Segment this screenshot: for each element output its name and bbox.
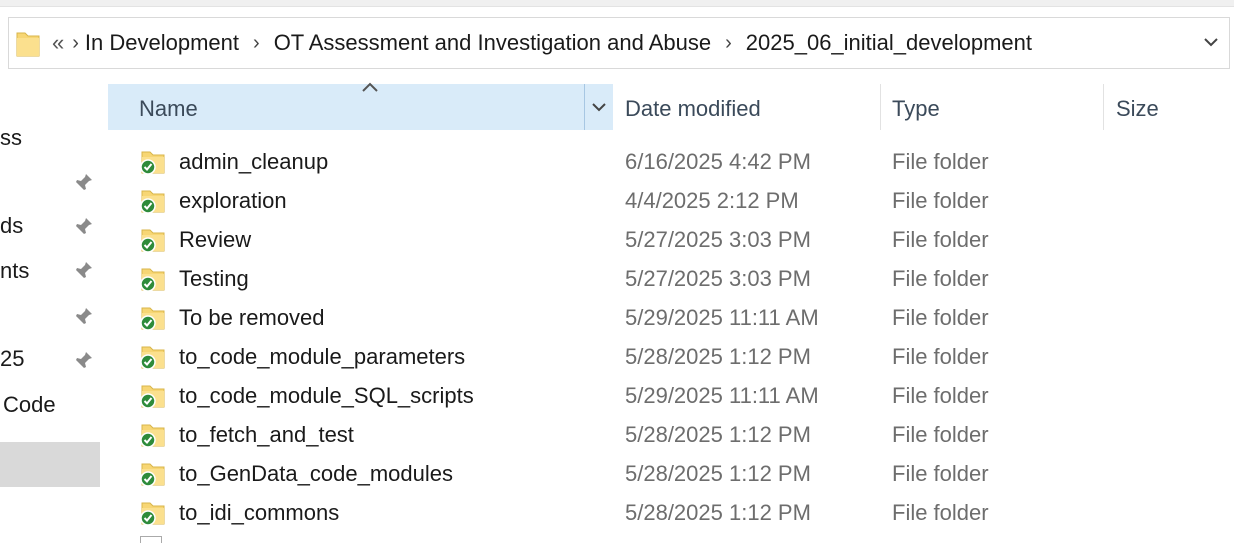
folder-synced-icon: [140, 305, 166, 331]
column-header-name-label: Name: [139, 96, 198, 121]
column-header-date-modified[interactable]: Date modified: [625, 96, 761, 122]
nav-item-code[interactable]: Code: [3, 392, 56, 418]
folder-synced-icon: [140, 188, 166, 214]
breadcrumb-separator[interactable]: ›: [725, 32, 732, 55]
file-date-modified: 5/28/2025 1:12 PM: [625, 344, 811, 369]
list-item[interactable]: to_code_module_SQL_scripts 5/29/2025 11:…: [108, 376, 1234, 415]
list-item[interactable]: to_GenData_code_modules 5/28/2025 1:12 P…: [108, 454, 1234, 493]
nav-item-quick-access[interactable]: ss: [0, 125, 22, 151]
column-divider[interactable]: [1103, 84, 1104, 130]
folder-synced-icon: [140, 344, 166, 370]
folder-synced-icon: [140, 149, 166, 175]
pin-icon: [74, 216, 94, 236]
file-date-modified: 5/27/2025 3:03 PM: [625, 266, 811, 291]
file-name: exploration: [179, 188, 287, 213]
file-type: File folder: [892, 344, 989, 369]
pin-icon: [74, 350, 94, 370]
file-date-modified: 5/29/2025 11:11 AM: [625, 305, 819, 330]
list-item[interactable]: To be removed 5/29/2025 11:11 AM File fo…: [108, 298, 1234, 337]
file-name: to_code_module_SQL_scripts: [179, 383, 474, 408]
file-type: File folder: [892, 149, 989, 174]
file-date-modified: 5/28/2025 1:12 PM: [625, 422, 811, 447]
file-type: File folder: [892, 188, 989, 213]
nav-item-documents[interactable]: nts: [0, 258, 29, 284]
file-date-modified: 5/27/2025 3:03 PM: [625, 227, 811, 252]
list-item[interactable]: exploration 4/4/2025 2:12 PM File folder: [108, 181, 1234, 220]
list-item[interactable]: to_fetch_and_test 5/28/2025 1:12 PM File…: [108, 415, 1234, 454]
file-type: File folder: [892, 500, 989, 525]
list-item[interactable]: Testing 5/27/2025 3:03 PM File folder: [108, 259, 1234, 298]
window-top-edge: [0, 0, 1234, 7]
column-divider[interactable]: [880, 84, 881, 130]
file-name: Testing: [179, 266, 249, 291]
chevron-down-icon[interactable]: [1201, 32, 1221, 52]
column-header-size[interactable]: Size: [1116, 96, 1159, 122]
folder-icon: [16, 29, 40, 57]
column-header-row: Name Date modified Type Size: [108, 82, 1234, 130]
breadcrumb-item-ot-assessment[interactable]: OT Assessment and Investigation and Abus…: [274, 30, 711, 56]
column-filter-dropdown[interactable]: [584, 84, 613, 130]
file-date-modified: 6/16/2025 4:42 PM: [625, 149, 811, 174]
folder-synced-icon: [140, 266, 166, 292]
breadcrumb-overflow-icon[interactable]: «: [52, 30, 64, 56]
column-header-name[interactable]: Name: [108, 82, 584, 130]
file-name: to_fetch_and_test: [179, 422, 354, 447]
nav-item-selected[interactable]: [0, 442, 100, 487]
file-date-modified: 4/4/2025 2:12 PM: [625, 188, 799, 213]
list-item[interactable]: admin_cleanup 6/16/2025 4:42 PM File fol…: [108, 142, 1234, 181]
file-name: to_code_module_parameters: [179, 344, 466, 369]
column-header-type[interactable]: Type: [892, 96, 940, 122]
file-name: To be removed: [179, 305, 325, 330]
file-type: File folder: [892, 383, 989, 408]
file-type: File folder: [892, 461, 989, 486]
nav-item-2025[interactable]: 25: [0, 346, 24, 372]
address-bar[interactable]: « › In Development › OT Assessment and I…: [8, 17, 1230, 69]
sort-ascending-icon: [360, 80, 380, 94]
breadcrumb-item-in-development[interactable]: In Development: [85, 30, 239, 56]
pin-icon: [74, 172, 94, 192]
file-type: File folder: [892, 422, 989, 447]
file-name: Review: [179, 227, 252, 252]
breadcrumb-separator[interactable]: ›: [253, 32, 260, 55]
folder-synced-icon: [140, 422, 166, 448]
file-type: File folder: [892, 227, 989, 252]
folder-synced-icon: [140, 461, 166, 487]
file-name: admin_cleanup: [179, 149, 329, 174]
file-name: to_idi_commons: [179, 500, 340, 525]
pin-icon: [74, 306, 94, 326]
list-item[interactable]: Review 5/27/2025 3:03 PM File folder: [108, 220, 1234, 259]
list-item[interactable]: to_idi_commons 5/28/2025 1:12 PM File fo…: [108, 493, 1234, 532]
breadcrumb-item-current-folder[interactable]: 2025_06_initial_development: [746, 30, 1032, 56]
file-date-modified: 5/29/2025 11:11 AM: [625, 383, 819, 408]
file-date-modified: 5/28/2025 1:12 PM: [625, 461, 811, 486]
nav-item-downloads[interactable]: ds: [0, 213, 23, 239]
file-type: File folder: [892, 266, 989, 291]
breadcrumb-separator: ›: [72, 31, 79, 54]
file-date-modified: 5/28/2025 1:12 PM: [625, 500, 811, 525]
folder-synced-icon: [140, 227, 166, 253]
folder-synced-icon: [140, 383, 166, 409]
folder-synced-icon: [140, 500, 166, 526]
list-item[interactable]: to_code_module_parameters 5/28/2025 1:12…: [108, 337, 1234, 376]
file-name: to_GenData_code_modules: [179, 461, 453, 486]
file-type: File folder: [892, 305, 989, 330]
pin-icon: [74, 260, 94, 280]
